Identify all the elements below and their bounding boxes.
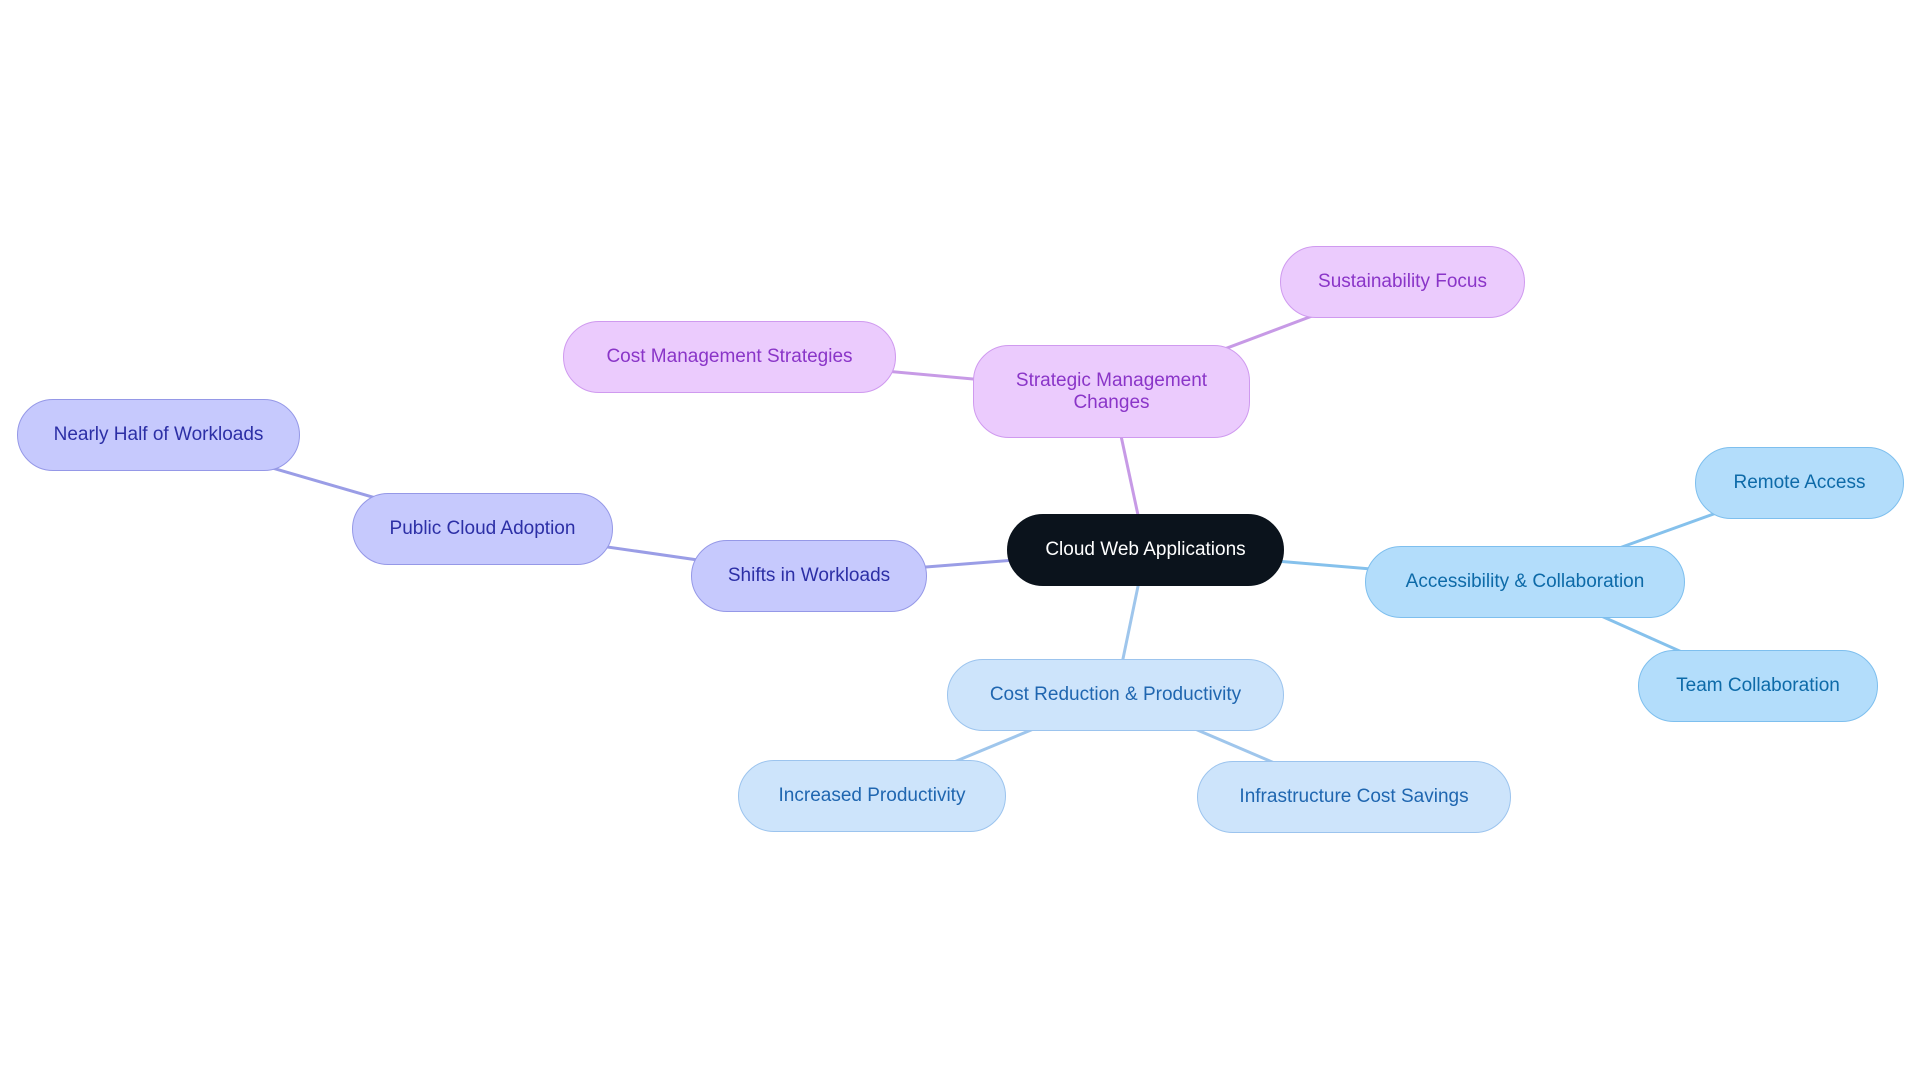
node-nearly-half-of-workloads[interactable]: Nearly Half of Workloads (17, 399, 300, 471)
node-cost-reduction-productivity[interactable]: Cost Reduction & Productivity (947, 659, 1284, 731)
node-root[interactable]: Cloud Web Applications (1007, 514, 1284, 586)
node-accessibility-collaboration[interactable]: Accessibility & Collaboration (1365, 546, 1685, 618)
edge-layer (158, 280, 1801, 799)
node-sustainability-focus[interactable]: Sustainability Focus (1280, 246, 1525, 318)
node-strategic-management-changes[interactable]: Strategic Management Changes (973, 345, 1250, 438)
node-public-cloud-adoption[interactable]: Public Cloud Adoption (352, 493, 613, 565)
node-remote-access[interactable]: Remote Access (1695, 447, 1904, 519)
node-cost-management-strategies[interactable]: Cost Management Strategies (563, 321, 896, 393)
node-team-collaboration[interactable]: Team Collaboration (1638, 650, 1878, 722)
node-infrastructure-cost-savings[interactable]: Infrastructure Cost Savings (1197, 761, 1511, 833)
node-increased-productivity[interactable]: Increased Productivity (738, 760, 1006, 832)
node-shifts-in-workloads[interactable]: Shifts in Workloads (691, 540, 927, 612)
